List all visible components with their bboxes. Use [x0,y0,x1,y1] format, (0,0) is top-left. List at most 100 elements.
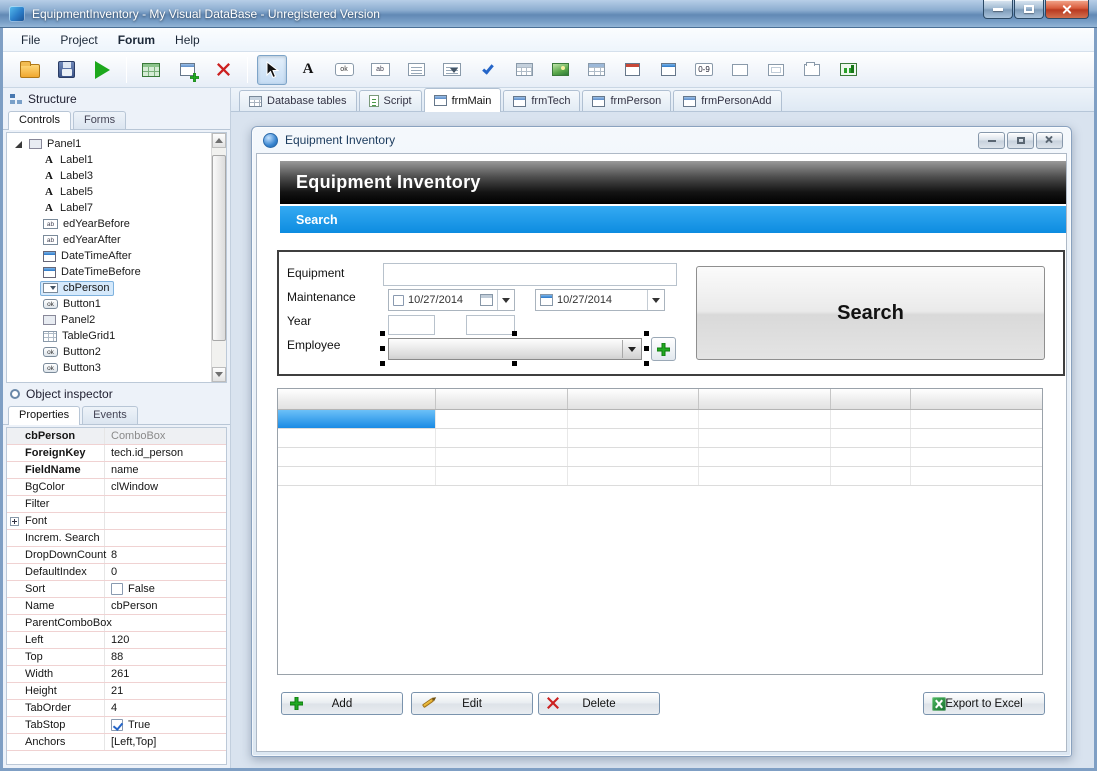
grid-header-cell[interactable] [699,389,831,409]
grid-cell[interactable] [568,467,700,485]
menu-forum[interactable]: Forum [108,30,165,50]
scroll-thumb[interactable] [212,155,226,341]
property-row-anchors[interactable]: Anchors [Left,Top] [7,734,226,751]
tree-item-button1[interactable]: ok Button1 [7,296,226,312]
grid-cell[interactable] [911,429,1042,447]
selection-handle[interactable] [644,331,649,336]
grid-cell[interactable] [831,410,911,428]
property-row-sort[interactable]: Sort False [7,581,226,598]
property-row-parentcombobox[interactable]: ParentComboBox [7,615,226,632]
add-employee-button[interactable] [651,337,676,361]
property-row-left[interactable]: Left 120 [7,632,226,649]
maximize-button[interactable] [1014,0,1044,19]
grid-cell[interactable] [831,429,911,447]
close-button[interactable] [1045,0,1089,19]
tree-item-panel2[interactable]: Panel2 [7,312,226,328]
grid-cell[interactable] [831,448,911,466]
property-row-height[interactable]: Height 21 [7,683,226,700]
date-from-picker[interactable]: 10/27/2014 [388,289,515,311]
tree-item-cbperson[interactable]: cbPerson [7,280,226,296]
form-close-button[interactable] [1036,132,1063,149]
grid-row[interactable] [278,410,1042,429]
property-row-foreignkey[interactable]: ForeignKey tech.id_person [7,445,226,462]
tree-item-button3[interactable]: ok Button3 [7,360,226,376]
tab-frmmain[interactable]: frmMain [424,88,502,112]
tree-item-label7[interactable]: A Label7 [7,200,226,216]
tree-item-edyearafter[interactable]: ab edYearAfter [7,232,226,248]
grid-selected-cell[interactable] [278,410,436,428]
grid-cell[interactable] [699,448,831,466]
dbgrid-tool-button[interactable] [581,55,611,85]
grid-cell[interactable] [568,429,700,447]
grid-header-cell[interactable] [278,389,436,409]
delete-button[interactable]: Delete [538,692,660,715]
tree-item-datetimeafter[interactable]: DateTimeAfter [7,248,226,264]
new-form-button[interactable] [172,55,202,85]
property-row-top[interactable]: Top 88 [7,649,226,666]
shape-tool-button[interactable] [725,55,755,85]
run-button[interactable] [87,55,117,85]
checkbox-tool-button[interactable] [473,55,503,85]
tabstop-checkbox[interactable] [111,719,123,731]
grid-cell[interactable] [699,429,831,447]
property-row-font[interactable]: Font [7,513,226,530]
tree-item-datetimebefore[interactable]: DateTimeBefore [7,264,226,280]
selection-handle[interactable] [644,346,649,351]
property-row-width[interactable]: Width 261 [7,666,226,683]
tree-item-label1[interactable]: A Label1 [7,152,226,168]
grid-cell[interactable] [699,467,831,485]
tree-item-tablegrid1[interactable]: TableGrid1 [7,328,226,344]
tab-properties[interactable]: Properties [8,406,80,425]
grid-cell[interactable] [831,467,911,485]
scroll-up-button[interactable] [212,133,226,148]
grid-cell[interactable] [568,410,700,428]
dropdown-arrow-icon[interactable] [622,340,640,358]
database-grid-button[interactable] [136,55,166,85]
open-button[interactable] [15,55,45,85]
grid-header-cell[interactable] [568,389,700,409]
property-row-defaultindex[interactable]: DefaultIndex 0 [7,564,226,581]
dropdown-arrow-icon[interactable] [647,290,664,310]
counter-tool-button[interactable]: 0-9 [689,55,719,85]
grid-cell[interactable] [436,448,568,466]
tree-item-label5[interactable]: A Label5 [7,184,226,200]
grid-cell[interactable] [278,429,436,447]
selection-handle[interactable] [644,361,649,366]
selection-handle[interactable] [380,346,385,351]
collapse-arrow-icon[interactable] [15,141,22,148]
tab-frmpersonadd[interactable]: frmPersonAdd [673,90,781,111]
add-button[interactable]: Add [281,692,403,715]
selection-handle[interactable] [380,361,385,366]
tree-scrollbar[interactable] [211,133,226,382]
grid-row[interactable] [278,429,1042,448]
property-row-name[interactable]: Name cbPerson [7,598,226,615]
year-after-input[interactable] [466,315,515,335]
selection-handle[interactable] [380,331,385,336]
combobox-tool-button[interactable] [437,55,467,85]
search-panel[interactable]: Equipment Maintenance 10/27/2014 10/27/2… [277,250,1065,376]
property-row-taborder[interactable]: TabOrder 4 [7,700,226,717]
tab-database-tables[interactable]: Database tables [239,90,357,111]
employee-combobox[interactable] [388,338,642,360]
equipment-input[interactable] [383,263,677,286]
delete-form-button[interactable] [208,55,238,85]
grid-cell[interactable] [436,410,568,428]
grid-header-cell[interactable] [436,389,568,409]
form-maximize-button[interactable] [1007,132,1034,149]
edit-button[interactable]: Edit [411,692,533,715]
memo-tool-button[interactable] [401,55,431,85]
grid-tool-button[interactable] [509,55,539,85]
tab-frmtech[interactable]: frmTech [503,90,580,111]
button-tool-button[interactable]: ok [329,55,359,85]
grid-cell[interactable] [436,467,568,485]
cursor-tool-button[interactable] [257,55,287,85]
dropdown-arrow-icon[interactable] [497,290,514,310]
grid-cell[interactable] [911,448,1042,466]
grid-cell[interactable] [699,410,831,428]
grid-row[interactable] [278,467,1042,486]
datetime-tool-button[interactable] [617,55,647,85]
grid-cell[interactable] [911,410,1042,428]
date-checkbox[interactable] [393,295,404,306]
property-row-fieldname[interactable]: FieldName name [7,462,226,479]
label-tool-button[interactable]: A [293,55,323,85]
